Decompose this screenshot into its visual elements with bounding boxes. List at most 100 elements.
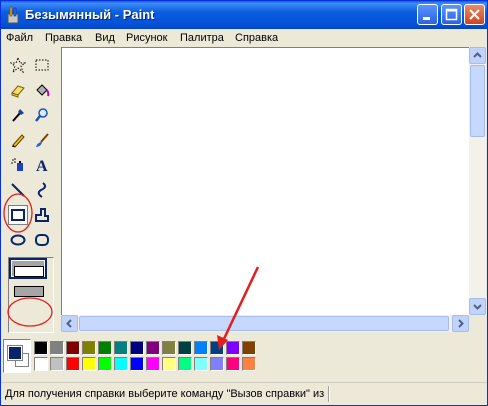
menu-file[interactable]: Файл xyxy=(6,29,33,47)
tool-curve[interactable] xyxy=(32,180,52,200)
tool-fill[interactable] xyxy=(32,80,52,100)
palette-color-swatch[interactable] xyxy=(66,357,80,371)
palette-color-swatch[interactable] xyxy=(162,341,176,355)
status-text: Для получения справки выберите команду "… xyxy=(5,388,325,400)
window-title: Безымянный - Paint xyxy=(25,7,155,22)
title-bar[interactable]: Безымянный - Paint xyxy=(1,1,487,29)
scroll-down-button[interactable] xyxy=(469,298,486,315)
menu-image[interactable]: Рисунок xyxy=(126,29,168,47)
arrow-right-icon xyxy=(458,319,464,328)
paint-window: Безымянный - Paint Файл Правка Вид Рисун… xyxy=(0,0,488,406)
minimize-icon xyxy=(423,17,430,20)
palette-color-swatch[interactable] xyxy=(130,357,144,371)
tool-rect-select[interactable] xyxy=(32,55,52,75)
palette-color-swatch[interactable] xyxy=(226,357,240,371)
menu-edit[interactable]: Правка xyxy=(45,29,82,47)
foreground-color[interactable] xyxy=(7,345,23,361)
menu-colors[interactable]: Палитра xyxy=(180,29,224,47)
svg-text:A: A xyxy=(36,158,48,173)
tool-text[interactable]: A xyxy=(32,155,52,175)
tool-rectangle[interactable] xyxy=(8,205,28,225)
palette-color-swatch[interactable] xyxy=(210,357,224,371)
tool-free-form-select[interactable] xyxy=(8,55,28,75)
tool-ellipse[interactable] xyxy=(8,230,28,250)
menu-bar: Файл Правка Вид Рисунок Палитра Справка xyxy=(1,29,487,47)
palette-color-swatch[interactable] xyxy=(114,341,128,355)
palette-color-swatch[interactable] xyxy=(82,357,96,371)
palette-color-swatch[interactable] xyxy=(226,341,240,355)
scroll-left-button[interactable] xyxy=(61,315,78,332)
tool-brush[interactable] xyxy=(32,130,52,150)
eraser-icon xyxy=(11,85,25,98)
tool-eraser[interactable] xyxy=(8,80,28,100)
tool-magnifier[interactable] xyxy=(32,105,52,125)
status-separator xyxy=(328,386,330,402)
horizontal-scrollbar[interactable] xyxy=(61,315,469,332)
scroll-right-button[interactable] xyxy=(452,315,469,332)
palette-color-swatch[interactable] xyxy=(210,341,224,355)
fill-option-outline-fill[interactable] xyxy=(14,286,44,297)
palette-color-swatch[interactable] xyxy=(242,357,256,371)
pencil-icon xyxy=(12,134,25,148)
palette-color-swatch[interactable] xyxy=(50,341,64,355)
tool-line[interactable] xyxy=(8,180,28,200)
maximize-button[interactable] xyxy=(441,4,462,25)
polygon-icon xyxy=(35,208,49,222)
palette-color-swatch[interactable] xyxy=(98,357,112,371)
rectangle-icon xyxy=(11,209,25,221)
minimize-button[interactable] xyxy=(417,4,438,25)
ellipse-icon xyxy=(10,234,26,246)
palette-color-swatch[interactable] xyxy=(98,341,112,355)
canvas-frame xyxy=(61,47,469,315)
palette-color-swatch[interactable] xyxy=(146,341,160,355)
horizontal-scroll-thumb[interactable] xyxy=(79,316,449,331)
palette-color-swatch[interactable] xyxy=(194,357,208,371)
magnifier-icon xyxy=(35,108,48,122)
palette-color-swatch[interactable] xyxy=(50,357,64,371)
palette-color-swatch[interactable] xyxy=(178,357,192,371)
palette-color-swatch[interactable] xyxy=(34,341,48,355)
tool-polygon[interactable] xyxy=(32,205,52,225)
current-colors-box xyxy=(3,339,31,373)
menu-help[interactable]: Справка xyxy=(235,29,278,47)
arrow-up-icon xyxy=(473,52,482,58)
rounded-rect-icon xyxy=(35,234,49,246)
eyedropper-icon xyxy=(12,109,24,122)
palette-color-swatch[interactable] xyxy=(34,357,48,371)
palette-color-swatch[interactable] xyxy=(82,341,96,355)
text-icon: A xyxy=(36,158,48,173)
fill-option-outline[interactable] xyxy=(14,266,44,277)
palette-color-swatch[interactable] xyxy=(242,341,256,355)
paint-bucket-icon xyxy=(36,84,50,97)
close-icon xyxy=(469,9,480,20)
close-button[interactable] xyxy=(464,4,485,25)
color-palette xyxy=(1,334,487,382)
paint-app-icon xyxy=(5,6,21,24)
palette-color-swatch[interactable] xyxy=(178,341,192,355)
arrow-down-icon xyxy=(473,304,482,310)
vertical-scrollbar[interactable] xyxy=(469,47,486,315)
arrow-left-icon xyxy=(66,319,72,328)
tool-rounded-rectangle[interactable] xyxy=(32,230,52,250)
maximize-icon xyxy=(445,8,458,21)
palette-color-swatch[interactable] xyxy=(162,357,176,371)
scroll-up-button[interactable] xyxy=(469,47,486,64)
star-select-icon xyxy=(10,57,26,73)
curve-icon xyxy=(37,182,47,198)
status-bar: Для получения справки выберите команду "… xyxy=(1,382,487,405)
palette-color-swatch[interactable] xyxy=(146,357,160,371)
airbrush-icon xyxy=(11,158,23,171)
tool-pick-color[interactable] xyxy=(8,105,28,125)
vertical-scroll-thumb[interactable] xyxy=(470,65,485,137)
line-icon xyxy=(11,183,25,197)
palette-color-swatch[interactable] xyxy=(194,341,208,355)
menu-view[interactable]: Вид xyxy=(95,29,115,47)
tool-airbrush[interactable] xyxy=(8,155,28,175)
scroll-corner xyxy=(469,315,486,332)
drawing-canvas[interactable] xyxy=(64,50,469,315)
tool-pencil[interactable] xyxy=(8,130,28,150)
palette-color-swatch[interactable] xyxy=(66,341,80,355)
palette-color-swatch[interactable] xyxy=(114,357,128,371)
fill-style-options xyxy=(8,257,54,333)
palette-color-swatch[interactable] xyxy=(130,341,144,355)
